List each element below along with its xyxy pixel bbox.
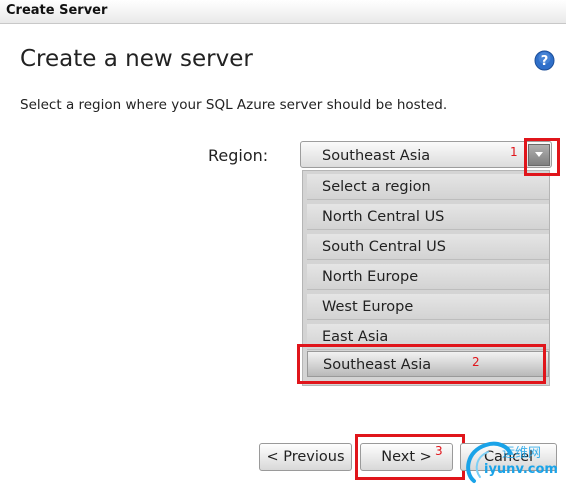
region-label: Region: [208, 146, 269, 165]
annotation-number-3: 3 [435, 444, 443, 458]
watermark-url-text: iyunv.com [484, 462, 558, 477]
annotation-number-1: 1 [510, 145, 518, 159]
previous-button[interactable]: < Previous [259, 443, 352, 471]
region-option-label: West Europe [322, 299, 414, 315]
region-option-label: North Central US [322, 209, 445, 225]
watermark-cn-text: 运维网 [502, 446, 541, 461]
watermark-logo: 运维网 iyunv.com [466, 441, 558, 483]
region-option-label: South Central US [322, 239, 446, 255]
title-bar: Create Server [0, 0, 566, 24]
region-option-label: Select a region [322, 179, 431, 195]
region-option[interactable]: North Central US [307, 204, 549, 230]
highlight-box-1 [524, 138, 560, 176]
region-option-label: East Asia [322, 329, 389, 345]
highlight-box-2 [297, 344, 546, 384]
region-option-label: North Europe [322, 269, 419, 285]
region-option[interactable]: South Central US [307, 234, 549, 260]
instruction-text: Select a region where your SQL Azure ser… [20, 97, 448, 113]
region-option[interactable]: West Europe [307, 294, 549, 320]
annotation-number-2: 2 [472, 355, 480, 369]
help-icon[interactable]: ? [534, 50, 555, 71]
svg-text:?: ? [541, 54, 549, 69]
region-option[interactable]: Select a region [307, 174, 549, 200]
page-title: Create a new server [20, 46, 253, 72]
region-option[interactable]: North Europe [307, 264, 549, 290]
region-selected-value: Southeast Asia [322, 148, 431, 164]
window-title: Create Server [6, 3, 108, 18]
